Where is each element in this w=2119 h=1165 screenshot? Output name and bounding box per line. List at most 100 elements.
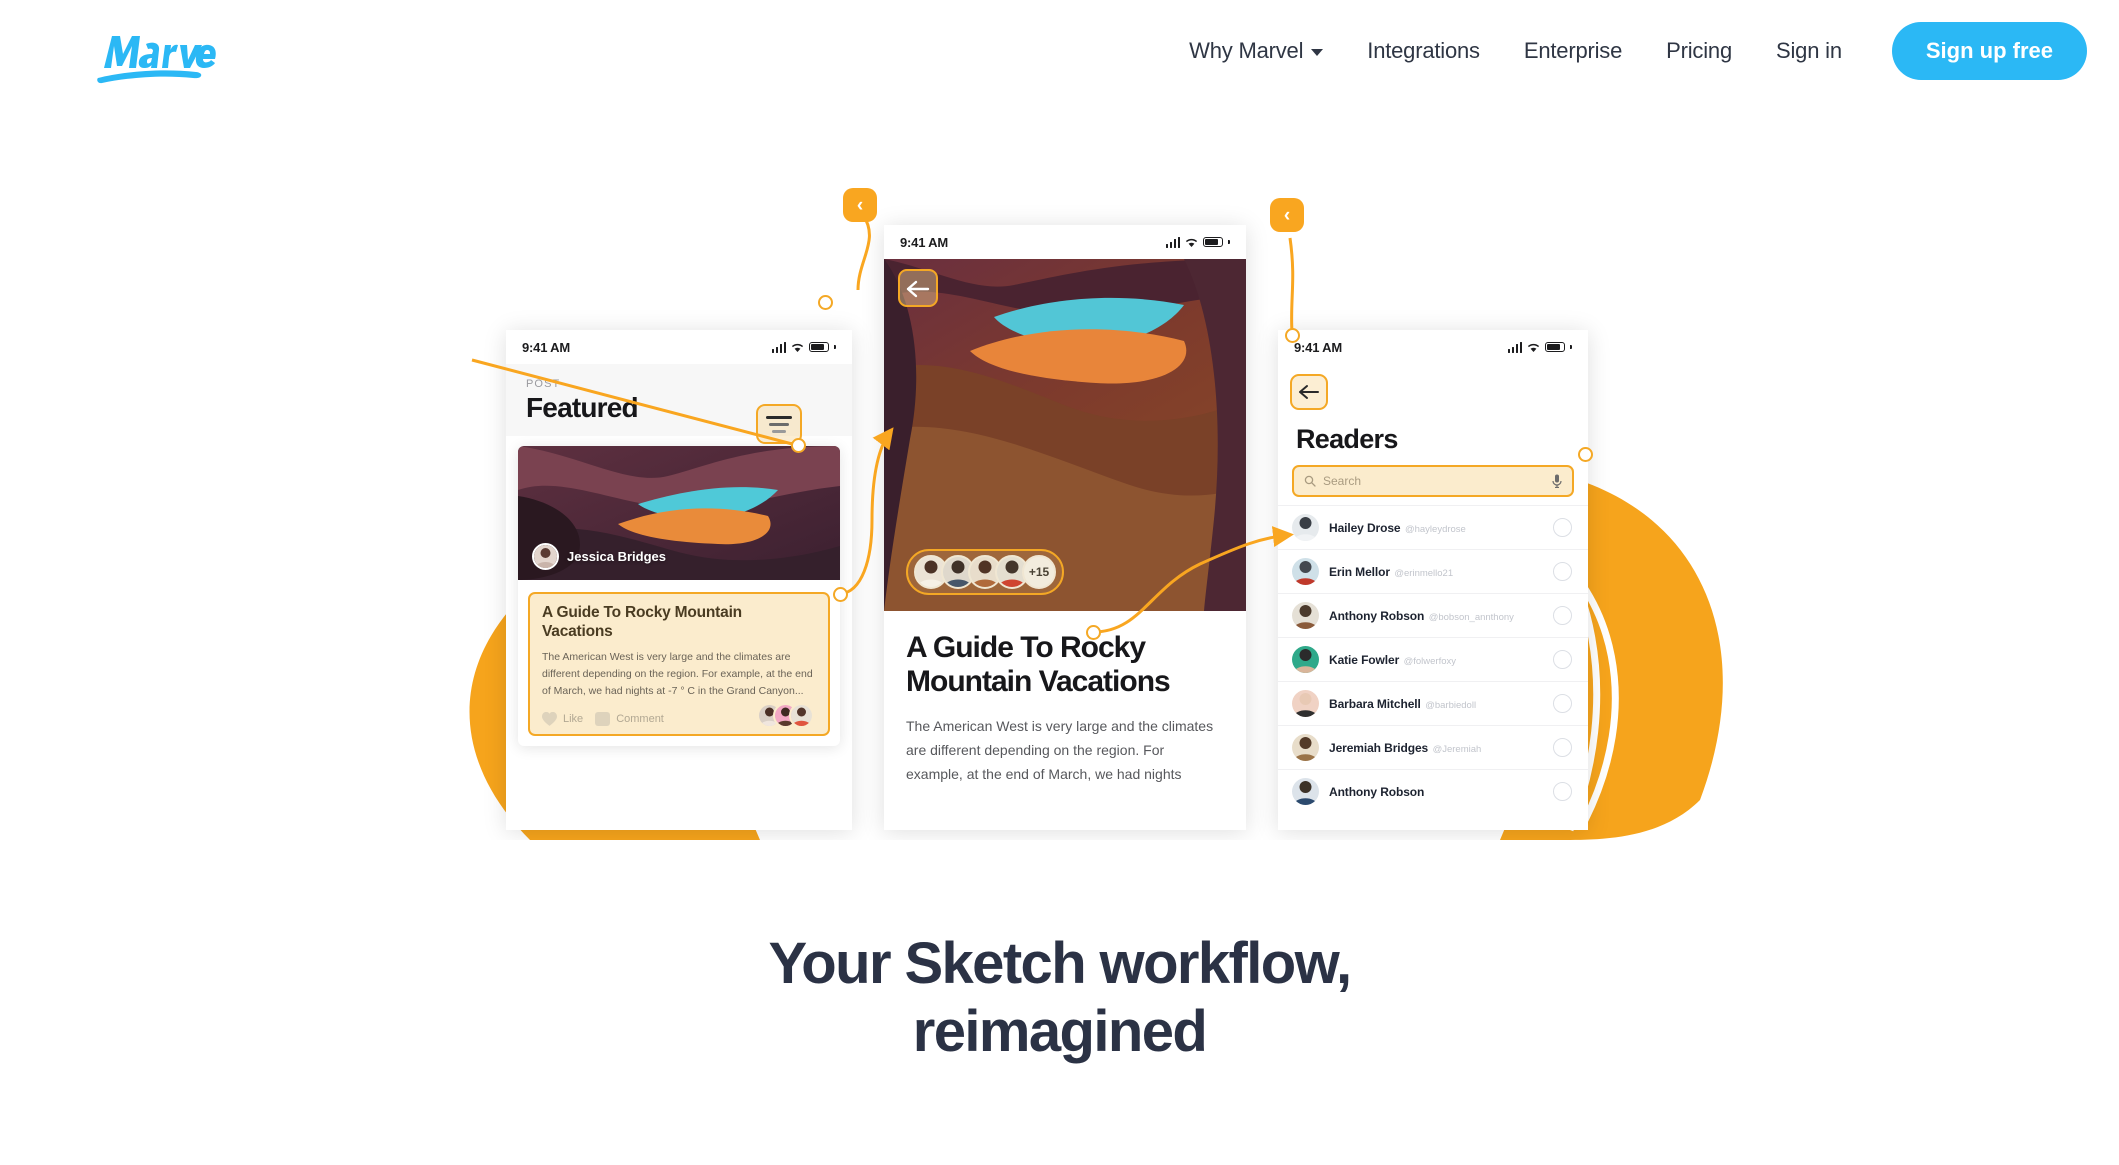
- list-item[interactable]: Jeremiah Bridges @Jeremiah: [1278, 725, 1588, 769]
- screen-featured-post[interactable]: 9:41 AM POST Featured Jessica Bridges A …: [506, 330, 852, 830]
- back-button-selection-right[interactable]: [1290, 374, 1328, 410]
- main-navigation: Why Marvel Integrations Enterprise Prici…: [1167, 22, 2087, 80]
- nav-label-sign-in: Sign in: [1776, 38, 1842, 63]
- prototype-marker-right[interactable]: ‹: [1270, 198, 1304, 232]
- reader-name: Barbara Mitchell: [1329, 696, 1421, 711]
- reader-select-checkbox[interactable]: [1553, 738, 1572, 757]
- battery-icon: [809, 342, 829, 352]
- avatar: [1292, 690, 1319, 717]
- nav-label-why-marvel: Why Marvel: [1189, 38, 1304, 63]
- nav-item-integrations[interactable]: Integrations: [1345, 22, 1502, 80]
- list-item[interactable]: Anthony Robson @bobson_annthony: [1278, 593, 1588, 637]
- battery-icon: [1545, 342, 1565, 352]
- reader-select-checkbox[interactable]: [1553, 606, 1572, 625]
- list-item[interactable]: Erin Mellor @erinmello21: [1278, 549, 1588, 593]
- arrow-left-icon: [1299, 385, 1319, 399]
- connector-node-card[interactable]: [833, 587, 848, 602]
- connector-node-right-back[interactable]: [1285, 328, 1300, 343]
- avatar: [1292, 778, 1319, 805]
- list-item[interactable]: Barbara Mitchell @barbiedoll: [1278, 681, 1588, 725]
- avatar: [1292, 514, 1319, 541]
- nav-label-integrations: Integrations: [1367, 38, 1480, 63]
- selected-post-body[interactable]: A Guide To Rocky Mountain Vacations The …: [528, 592, 830, 736]
- site-header: Why Marvel Integrations Enterprise Prici…: [0, 0, 2119, 118]
- reader-name: Anthony Robson: [1329, 608, 1425, 623]
- comment-action[interactable]: Comment: [595, 711, 664, 726]
- headline-line-2: reimagined: [912, 998, 1208, 1064]
- avatar: [789, 702, 814, 728]
- status-bar-right: 9:41 AM: [1278, 330, 1588, 364]
- readers-search-field-selection[interactable]: Search: [1292, 465, 1574, 497]
- comment-icon: [595, 711, 611, 726]
- screen-readers-list[interactable]: 9:41 AM Readers Search Hailey Drose @hay…: [1278, 330, 1588, 830]
- nav-label-enterprise: Enterprise: [1523, 38, 1623, 63]
- post-detail-title: A Guide To Rocky Mountain Vacations: [906, 631, 1171, 698]
- avatar: [532, 543, 559, 570]
- like-action[interactable]: Like: [542, 712, 583, 726]
- screen-post-detail[interactable]: 9:41 AM +15 A Guide To Rocky Mountain Va…: [884, 225, 1246, 830]
- back-button-selection-center[interactable]: [898, 269, 938, 307]
- status-time-right: 9:41 AM: [1294, 339, 1342, 355]
- signal-icon: [771, 341, 786, 353]
- status-bar-center: 9:41 AM: [884, 225, 1246, 259]
- arrow-left-icon: [906, 280, 930, 298]
- reader-handle: @folwerfoxy: [1403, 655, 1457, 667]
- reader-select-checkbox[interactable]: [1553, 694, 1572, 713]
- reader-select-checkbox[interactable]: [1553, 650, 1572, 669]
- reader-name: Hailey Drose: [1329, 520, 1401, 535]
- readers-avatar-stack-selection[interactable]: +15: [906, 549, 1064, 595]
- canyon-photo-left: Jessica Bridges: [518, 446, 840, 580]
- prototype-marker-center[interactable]: ‹: [843, 188, 877, 222]
- reader-handle: @Jeremiah: [1432, 743, 1482, 755]
- marker-glyph: ‹: [856, 194, 864, 216]
- connector-node-filter[interactable]: [791, 438, 806, 453]
- reader-select-checkbox[interactable]: [1553, 562, 1572, 581]
- connector-node-avatars[interactable]: [1086, 625, 1101, 640]
- nav-item-pricing[interactable]: Pricing: [1644, 22, 1754, 80]
- reader-handle: @bobson_annthony: [1428, 611, 1514, 623]
- status-icons-right: [1507, 341, 1572, 353]
- nav-item-why-marvel[interactable]: Why Marvel: [1167, 22, 1345, 80]
- status-icons-center: [1165, 236, 1230, 248]
- sign-up-free-button[interactable]: Sign up free: [1891, 22, 2087, 80]
- list-item[interactable]: Anthony Robson: [1278, 769, 1588, 813]
- readers-list: Hailey Drose @hayleydrose Erin Mellor @e…: [1278, 505, 1588, 813]
- connector-node-search[interactable]: [1578, 447, 1593, 462]
- featured-post-card[interactable]: Jessica Bridges A Guide To Rocky Mountai…: [518, 446, 840, 746]
- marvel-logo[interactable]: [96, 26, 216, 88]
- connector-node-center-back[interactable]: [818, 295, 833, 310]
- reader-handle: @hayleydrose: [1404, 523, 1466, 535]
- headline-line-1: Your Sketch workflow,: [768, 931, 1353, 996]
- heart-icon: [542, 712, 557, 726]
- marker-glyph: ‹: [1283, 204, 1291, 226]
- wifi-icon: [1185, 238, 1198, 247]
- post-author-name: Jessica Bridges: [567, 549, 667, 564]
- status-time-center: 9:41 AM: [900, 234, 948, 250]
- search-icon: [1304, 475, 1316, 487]
- avatar-overflow-count: +15: [1022, 555, 1056, 589]
- wifi-icon: [791, 343, 804, 352]
- reader-handle: @barbiedoll: [1425, 699, 1477, 711]
- status-bar-left: 9:41 AM: [506, 330, 852, 364]
- reader-select-checkbox[interactable]: [1553, 518, 1572, 537]
- list-item[interactable]: Katie Fowler @folwerfoxy: [1278, 637, 1588, 681]
- nav-label-pricing: Pricing: [1666, 38, 1732, 63]
- microphone-icon[interactable]: [1552, 474, 1562, 488]
- nav-item-sign-in[interactable]: Sign in: [1754, 22, 1864, 80]
- post-card-body: The American West is very large and the …: [542, 650, 813, 697]
- wifi-icon: [1527, 343, 1540, 352]
- nav-item-enterprise[interactable]: Enterprise: [1502, 22, 1644, 80]
- hamburger-icon: [766, 416, 792, 433]
- post-actions: Like Comment: [542, 702, 816, 728]
- reader-handle: @erinmello21: [1394, 567, 1454, 579]
- search-placeholder: Search: [1323, 474, 1362, 488]
- reader-name: Anthony Robson: [1329, 784, 1425, 799]
- list-item[interactable]: Hailey Drose @hayleydrose: [1278, 505, 1588, 549]
- post-kicker: POST: [526, 378, 561, 390]
- avatar: [1292, 646, 1319, 673]
- post-author: Jessica Bridges: [532, 543, 666, 570]
- like-label: Like: [563, 712, 584, 725]
- avatar: [1292, 558, 1319, 585]
- post-card-title: A Guide To Rocky Mountain Vacations: [542, 604, 742, 640]
- reader-select-checkbox[interactable]: [1553, 782, 1572, 801]
